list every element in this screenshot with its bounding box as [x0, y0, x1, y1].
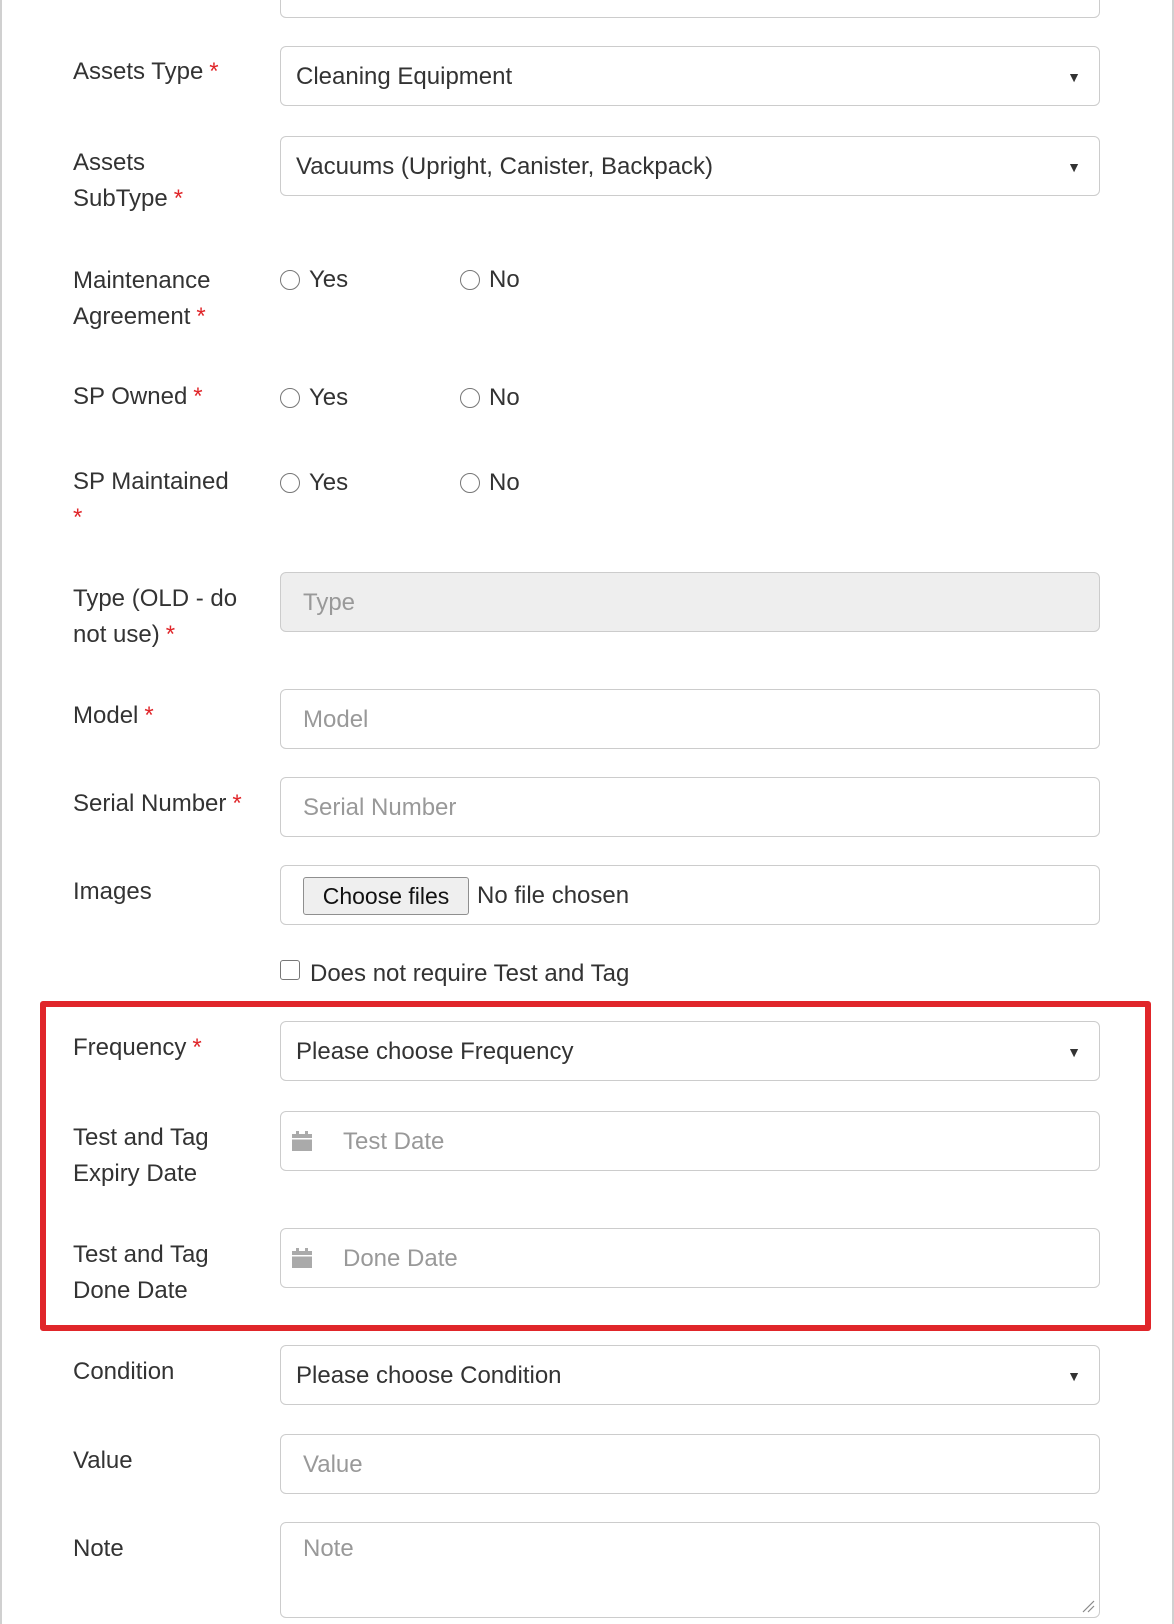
sp-maintained-no[interactable]: No — [460, 469, 520, 497]
resize-handle-icon[interactable] — [1081, 1599, 1095, 1613]
required-marker: * — [196, 303, 206, 330]
maintenance-agreement-no[interactable]: No — [460, 266, 520, 294]
value-input[interactable]: Value — [280, 1434, 1100, 1494]
done-date-input[interactable]: Done Date — [280, 1228, 1100, 1288]
sp-owned-no[interactable]: No — [460, 384, 520, 412]
done-date-label: Test and Tag Done Date — [73, 1241, 209, 1304]
model-placeholder: Model — [303, 706, 369, 733]
top-input-partial[interactable] — [280, 0, 1100, 18]
type-old-placeholder: Type — [303, 589, 356, 616]
required-marker: * — [144, 702, 154, 729]
assets-subtype-select[interactable]: Vacuums (Upright, Canister, Backpack) ▼ — [280, 136, 1100, 196]
left-border — [0, 0, 2, 1624]
note-placeholder: Note — [303, 1535, 354, 1562]
serial-number-label: Serial Number * — [73, 790, 242, 817]
radio-button[interactable] — [280, 473, 300, 493]
test-and-tag-checkbox-label: Does not require Test and Tag — [310, 960, 630, 987]
model-label: Model * — [73, 702, 154, 729]
note-textarea[interactable]: Note — [280, 1522, 1100, 1618]
assets-type-select[interactable]: Cleaning Equipment ▼ — [280, 46, 1100, 106]
images-label: Images — [73, 878, 152, 905]
file-status: No file chosen — [477, 882, 630, 909]
assets-type-label: Assets Type * — [73, 58, 219, 85]
assets-subtype-label: Assets SubType * — [73, 149, 184, 212]
sp-maintained-yes[interactable]: Yes — [280, 469, 348, 497]
calendar-icon — [292, 1248, 312, 1268]
chevron-down-icon: ▼ — [1067, 159, 1081, 175]
required-marker: * — [192, 1034, 202, 1061]
chevron-down-icon: ▼ — [1067, 69, 1081, 85]
serial-number-input[interactable]: Serial Number — [280, 777, 1100, 837]
required-marker: * — [73, 504, 83, 531]
note-label: Note — [73, 1535, 124, 1562]
expiry-date-input[interactable]: Test Date — [280, 1111, 1100, 1171]
chevron-down-icon: ▼ — [1067, 1044, 1081, 1060]
required-marker: * — [193, 383, 203, 410]
test-and-tag-checkbox[interactable] — [280, 960, 300, 980]
assets-subtype-value: Vacuums (Upright, Canister, Backpack) — [296, 153, 714, 180]
chevron-down-icon: ▼ — [1067, 1368, 1081, 1384]
required-marker: * — [209, 58, 219, 85]
required-marker: * — [165, 621, 176, 648]
expiry-date-label: Test and Tag Expiry Date — [73, 1124, 209, 1187]
radio-button[interactable] — [280, 270, 300, 290]
frequency-label: Frequency * — [73, 1034, 202, 1061]
radio-button[interactable] — [460, 388, 480, 408]
expiry-date-placeholder: Test Date — [343, 1128, 445, 1155]
value-label: Value — [73, 1447, 133, 1474]
sp-maintained-label: SP Maintained * — [73, 468, 229, 531]
frequency-value: Please choose Frequency — [296, 1038, 574, 1065]
radio-button[interactable] — [280, 388, 300, 408]
required-marker: * — [173, 185, 184, 212]
done-date-placeholder: Done Date — [343, 1245, 458, 1272]
radio-button[interactable] — [460, 473, 480, 493]
serial-number-placeholder: Serial Number — [303, 794, 457, 821]
value-placeholder: Value — [303, 1451, 363, 1478]
sp-owned-label: SP Owned * — [73, 383, 203, 410]
type-old-input: Type — [280, 572, 1100, 632]
calendar-icon — [292, 1131, 312, 1151]
images-file-input[interactable]: Choose files No file chosen — [280, 865, 1100, 925]
frequency-select[interactable]: Please choose Frequency ▼ — [280, 1021, 1100, 1081]
sp-owned-yes[interactable]: Yes — [280, 384, 348, 412]
condition-select[interactable]: Please choose Condition ▼ — [280, 1345, 1100, 1405]
maintenance-agreement-yes[interactable]: Yes — [280, 266, 348, 294]
model-input[interactable]: Model — [280, 689, 1100, 749]
choose-files-button[interactable]: Choose files — [303, 877, 469, 915]
assets-type-value: Cleaning Equipment — [296, 63, 513, 90]
radio-button[interactable] — [460, 270, 480, 290]
condition-label: Condition — [73, 1358, 175, 1385]
maintenance-agreement-label: Maintenance Agreement * — [73, 267, 211, 330]
condition-value: Please choose Condition — [296, 1362, 562, 1389]
required-marker: * — [232, 790, 242, 817]
type-old-label: Type (OLD - do not use) * — [73, 585, 238, 648]
